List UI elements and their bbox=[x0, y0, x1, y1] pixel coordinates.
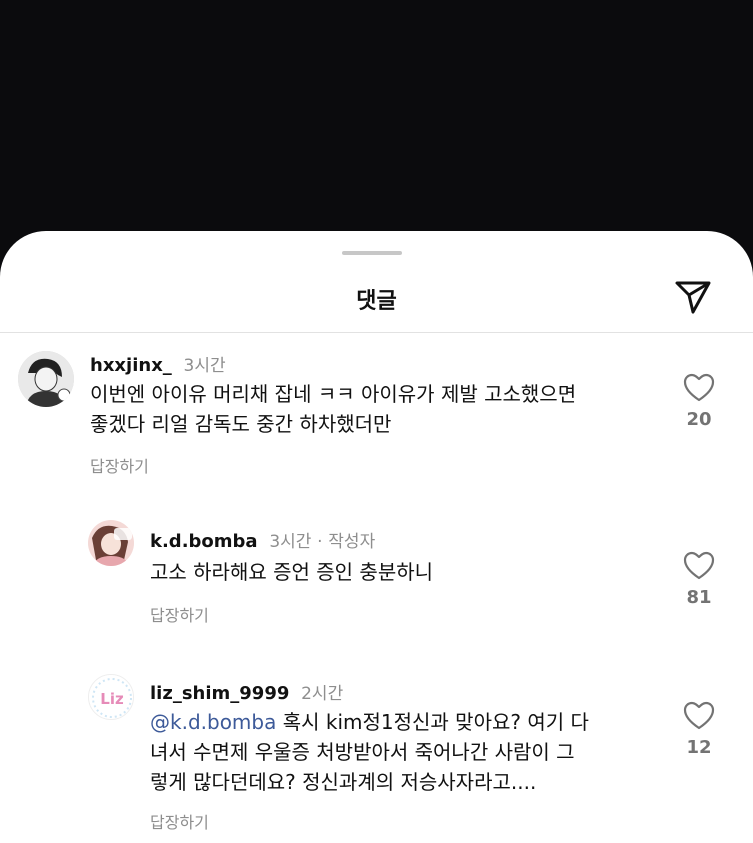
reply-button[interactable]: 답장하기 bbox=[150, 809, 209, 833]
comment-line: 고소 하라해요 증언 증인 충분하니 bbox=[150, 560, 434, 584]
timestamp: 2시간 bbox=[301, 684, 344, 704]
comment-line: 렇게 많다던데요? 정신과계의 저승사자라고.... bbox=[150, 770, 537, 794]
avatar[interactable] bbox=[18, 351, 74, 407]
comments-sheet: 댓글 hxxjinx_ 3시간 이번엔 아이유 머리채 잡네 ㅋㅋ 아이유가 제… bbox=[0, 231, 753, 843]
comment-text: @k.d.bomba 혹시 kim정1정신과 맞아요? 여기 다 녀서 수면제 … bbox=[150, 707, 670, 797]
like-button[interactable]: 20 bbox=[676, 373, 722, 430]
author-badge: 작성자 bbox=[328, 532, 376, 552]
like-button[interactable]: 12 bbox=[676, 701, 722, 758]
heart-icon bbox=[683, 551, 715, 580]
comment-line: @k.d.bomba 혹시 kim정1정신과 맞아요? 여기 다 bbox=[150, 707, 670, 737]
sheet-title: 댓글 bbox=[356, 289, 397, 314]
like-count: 81 bbox=[686, 587, 712, 608]
heart-icon bbox=[683, 701, 715, 730]
drag-handle[interactable] bbox=[342, 251, 402, 255]
username[interactable]: hxxjinx_ bbox=[90, 355, 172, 376]
reply-button[interactable]: 답장하기 bbox=[150, 602, 209, 626]
avatar[interactable]: Liz bbox=[88, 674, 134, 720]
comment-line: 좋겠다 리얼 감독도 중간 하차했더만 bbox=[90, 412, 392, 436]
username[interactable]: liz_shim_9999 bbox=[150, 683, 289, 704]
comment-text: 이번엔 아이유 머리채 잡네 ㅋㅋ 아이유가 제발 고소했으면 좋겠다 리얼 감… bbox=[90, 379, 670, 439]
timestamp: 3시간 bbox=[183, 356, 226, 376]
like-count: 20 bbox=[686, 409, 712, 430]
avatar[interactable] bbox=[88, 520, 134, 566]
comment-meta: liz_shim_9999 2시간 bbox=[150, 679, 343, 704]
timestamp: 3시간 bbox=[269, 532, 312, 552]
separator-dot: · bbox=[317, 532, 323, 552]
comment-line-text: 혹시 kim정1정신과 맞아요? 여기 다 bbox=[276, 710, 589, 734]
reply-button[interactable]: 답장하기 bbox=[90, 453, 149, 477]
comment-line: 녀서 수면제 우울증 처방받아서 죽어나간 사람이 그 bbox=[150, 740, 575, 764]
comment-meta: k.d.bomba 3시간 · 작성자 bbox=[150, 527, 375, 552]
avatar-logo-text: Liz bbox=[100, 690, 124, 708]
comment-meta: hxxjinx_ 3시간 bbox=[90, 351, 226, 376]
heart-icon bbox=[683, 373, 715, 402]
comment-line: 이번엔 아이유 머리채 잡네 ㅋㅋ 아이유가 제발 고소했으면 bbox=[90, 382, 577, 406]
send-icon[interactable] bbox=[672, 275, 714, 317]
like-button[interactable]: 81 bbox=[676, 551, 722, 608]
comment-text: 고소 하라해요 증언 증인 충분하니 bbox=[150, 557, 670, 587]
header-divider bbox=[0, 332, 753, 333]
like-count: 12 bbox=[686, 737, 712, 758]
mention-link[interactable]: @k.d.bomba bbox=[150, 710, 276, 734]
username[interactable]: k.d.bomba bbox=[150, 531, 258, 552]
